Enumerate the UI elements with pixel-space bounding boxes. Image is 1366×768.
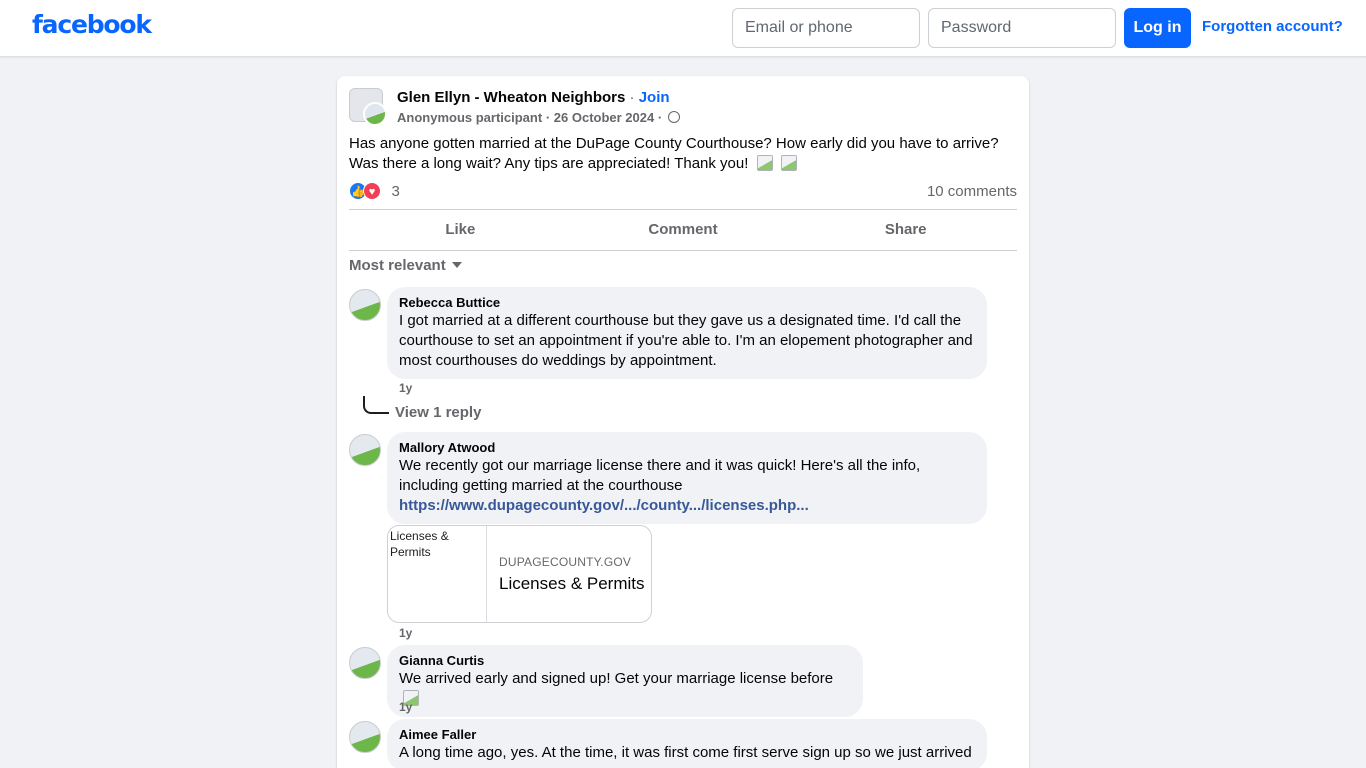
comment-bubble: Mallory Atwood We recently got our marri…: [387, 432, 987, 524]
title-separator: ·: [629, 89, 635, 106]
reaction-count: 3: [391, 182, 400, 200]
password-field[interactable]: Password: [928, 8, 1116, 48]
post-date-link[interactable]: 26 October 2024: [554, 110, 654, 125]
join-link[interactable]: Join: [639, 89, 670, 106]
meta-separator: ·: [545, 110, 551, 125]
link-preview-domain: DUPAGECOUNTY.GOV: [499, 555, 632, 569]
comment-timestamp[interactable]: 1y: [399, 381, 412, 395]
reply-thread-line: [363, 396, 389, 414]
meta-separator: ·: [657, 110, 663, 125]
post-body-text: Has anyone gotten married at the DuPage …: [349, 135, 999, 172]
comment-sort-dropdown[interactable]: Most relevant: [349, 257, 462, 274]
commenter-avatar[interactable]: [349, 647, 381, 679]
comment-text: A long time ago, yes. At the time, it wa…: [399, 744, 972, 761]
reactions-summary[interactable]: 👍 ♥ 3: [349, 182, 400, 202]
comment-timestamp[interactable]: 1y: [399, 626, 412, 640]
sort-label: Most relevant: [349, 257, 446, 274]
view-replies-link[interactable]: View 1 reply: [395, 404, 481, 421]
love-reaction-icon: ♥: [363, 182, 381, 200]
commenter-name[interactable]: Mallory Atwood: [399, 440, 975, 456]
forgotten-account-link[interactable]: Forgotten account?: [1202, 18, 1343, 35]
like-button[interactable]: Like: [349, 210, 572, 250]
post-text: Has anyone gotten married at the DuPage …: [349, 134, 1009, 174]
commenter-name[interactable]: Rebecca Buttice: [399, 295, 975, 311]
post-meta: Anonymous participant · 26 October 2024 …: [397, 110, 680, 125]
post-header: Glen Ellyn - Wheaton Neighbors · Join: [397, 89, 670, 106]
email-field[interactable]: Email or phone: [732, 8, 920, 48]
action-bar: Like Comment Share: [349, 209, 1017, 251]
link-preview-card[interactable]: Licenses & Permits DUPAGECOUNTY.GOV Lice…: [387, 525, 652, 623]
facebook-logo[interactable]: facebook: [32, 10, 152, 39]
comment-text: We recently got our marriage license the…: [399, 457, 921, 494]
comment-text: We arrived early and signed up! Get your…: [399, 669, 851, 709]
commenter-avatar[interactable]: [349, 721, 381, 753]
commenter-avatar[interactable]: [349, 289, 381, 321]
author-avatar: [363, 102, 387, 126]
comment-timestamp[interactable]: 1y: [399, 700, 412, 714]
post-author: Anonymous participant: [397, 110, 543, 125]
link-preview-title: Licenses & Permits: [499, 574, 645, 593]
commenter-name[interactable]: Aimee Faller: [399, 727, 975, 743]
share-button[interactable]: Share: [794, 210, 1017, 250]
post-card: Glen Ellyn - Wheaton Neighbors · Join An…: [337, 76, 1029, 768]
comment-bubble: Rebecca Buttice I got married at a diffe…: [387, 287, 987, 379]
commenter-avatar[interactable]: [349, 434, 381, 466]
group-name-link[interactable]: Glen Ellyn - Wheaton Neighbors: [397, 89, 625, 106]
login-button[interactable]: Log in: [1124, 8, 1191, 48]
caret-down-icon: [451, 262, 462, 268]
link-preview-thumbnail: Licenses & Permits: [388, 526, 487, 622]
globe-icon: [667, 111, 680, 123]
comment-bubble: Aimee Faller A long time ago, yes. At th…: [387, 719, 987, 768]
comment-count[interactable]: 10 comments: [927, 183, 1017, 200]
comment-bubble: Gianna Curtis We arrived early and signe…: [387, 645, 863, 717]
commenter-name[interactable]: Gianna Curtis: [399, 653, 851, 669]
comment-url-link[interactable]: https://www.dupagecounty.gov/.../county.…: [399, 496, 975, 516]
top-bar: facebook Email or phone Password Log in …: [0, 0, 1366, 57]
comment-button[interactable]: Comment: [572, 210, 795, 250]
group-avatar[interactable]: [349, 88, 387, 126]
comment-text: I got married at a different courthouse …: [399, 312, 973, 369]
comment-text-content: We arrived early and signed up! Get your…: [399, 670, 834, 687]
emoji-image: [780, 155, 797, 171]
emoji-image: [756, 155, 773, 171]
